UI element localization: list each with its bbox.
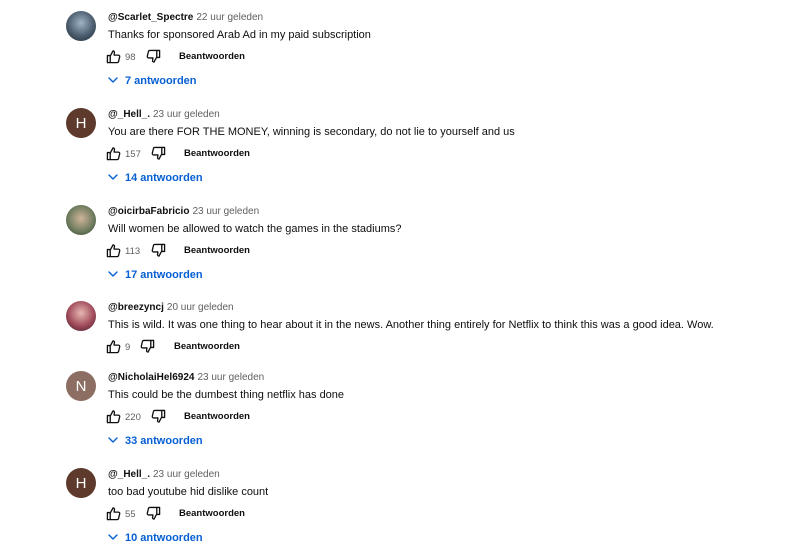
chevron-down-icon — [108, 172, 118, 182]
replies-label: 7 antwoorden — [125, 75, 197, 87]
thumbs-down-icon[interactable] — [151, 243, 166, 258]
comment-text: too bad youtube hid dislike count — [108, 486, 269, 498]
avatar[interactable] — [66, 11, 96, 41]
comment-header: @_Hell_. 23 uur geleden — [108, 108, 220, 122]
avatar-letter: H — [75, 474, 87, 492]
thumbs-down-icon[interactable] — [146, 506, 161, 521]
avatar[interactable] — [66, 205, 96, 235]
comment-author[interactable]: @NicholaiHel6924 — [108, 372, 194, 383]
replies-label: 33 antwoorden — [125, 435, 203, 447]
like-count: 220 — [125, 412, 141, 423]
replies-label: 10 antwoorden — [125, 532, 203, 544]
thumbs-down-icon[interactable] — [151, 146, 166, 161]
view-replies-button[interactable]: 7 antwoorden — [108, 74, 197, 88]
replies-label: 17 antwoorden — [125, 269, 203, 281]
comment-text: This could be the dumbest thing netflix … — [108, 389, 345, 401]
comment-text: Will women be allowed to watch the games… — [108, 223, 402, 235]
comment-time[interactable]: 23 uur geleden — [153, 109, 220, 120]
reply-button[interactable]: Beantwoorden — [179, 51, 245, 62]
avatar[interactable] — [66, 301, 96, 331]
chevron-down-icon — [108, 435, 118, 445]
thumbs-up-icon[interactable] — [106, 243, 121, 258]
comment-author[interactable]: @breezyncj — [108, 302, 164, 313]
comment-author[interactable]: @_Hell_. — [108, 469, 150, 480]
comment-time[interactable]: 23 uur geleden — [192, 206, 259, 217]
comment-header: @_Hell_. 23 uur geleden — [108, 468, 220, 482]
chevron-down-icon — [108, 269, 118, 279]
comment-time[interactable]: 20 uur geleden — [167, 302, 234, 313]
comment-author[interactable]: @oicirbaFabricio — [108, 206, 189, 217]
replies-label: 14 antwoorden — [125, 172, 203, 184]
thumbs-up-icon[interactable] — [106, 339, 121, 354]
like-count: 157 — [125, 149, 141, 160]
like-count: 9 — [125, 342, 131, 353]
avatar[interactable]: H — [66, 108, 96, 138]
avatar-letter: H — [75, 114, 87, 132]
reply-button[interactable]: Beantwoorden — [179, 508, 245, 519]
view-replies-button[interactable]: 33 antwoorden — [108, 434, 203, 448]
comment-text: You are there FOR THE MONEY, winning is … — [108, 126, 515, 138]
comment-header: @breezyncj 20 uur geleden — [108, 301, 234, 315]
like-count: 98 — [125, 52, 136, 63]
thumbs-down-icon[interactable] — [140, 339, 155, 354]
reply-button[interactable]: Beantwoorden — [174, 341, 240, 352]
comment-time[interactable]: 22 uur geleden — [196, 12, 263, 23]
like-count: 113 — [125, 246, 141, 257]
comment-text: Thanks for sponsored Arab Ad in my paid … — [108, 29, 371, 41]
thumbs-down-icon[interactable] — [146, 49, 161, 64]
thumbs-up-icon[interactable] — [106, 506, 121, 521]
comment-header: @Scarlet_Spectre 22 uur geleden — [108, 11, 263, 25]
comment-text: This is wild. It was one thing to hear a… — [108, 319, 714, 331]
thumbs-up-icon[interactable] — [106, 146, 121, 161]
avatar[interactable]: H — [66, 468, 96, 498]
thumbs-down-icon[interactable] — [151, 409, 166, 424]
comment-time[interactable]: 23 uur geleden — [153, 469, 220, 480]
comment-header: @oicirbaFabricio 23 uur geleden — [108, 205, 259, 219]
view-replies-button[interactable]: 14 antwoorden — [108, 171, 203, 185]
comment-header: @NicholaiHel6924 23 uur geleden — [108, 371, 264, 385]
chevron-down-icon — [108, 75, 118, 85]
like-count: 55 — [125, 509, 136, 520]
comment-author[interactable]: @Scarlet_Spectre — [108, 12, 193, 23]
reply-button[interactable]: Beantwoorden — [184, 148, 250, 159]
reply-button[interactable]: Beantwoorden — [184, 411, 250, 422]
avatar[interactable]: N — [66, 371, 96, 401]
view-replies-button[interactable]: 10 antwoorden — [108, 531, 203, 545]
view-replies-button[interactable]: 17 antwoorden — [108, 268, 203, 282]
reply-button[interactable]: Beantwoorden — [184, 245, 250, 256]
chevron-down-icon — [108, 532, 118, 542]
comment-time[interactable]: 23 uur geleden — [197, 372, 264, 383]
thumbs-up-icon[interactable] — [106, 409, 121, 424]
comment-author[interactable]: @_Hell_. — [108, 109, 150, 120]
thumbs-up-icon[interactable] — [106, 49, 121, 64]
avatar-letter: N — [75, 377, 87, 395]
